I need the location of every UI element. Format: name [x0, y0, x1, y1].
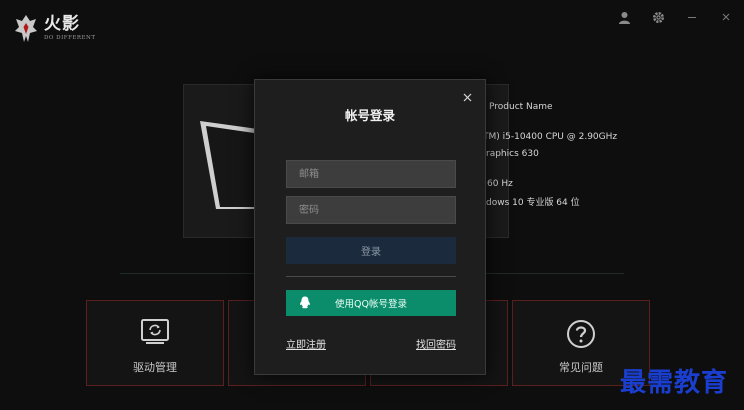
settings-button[interactable]: [646, 6, 670, 28]
gear-icon: [652, 11, 664, 23]
close-icon: [463, 93, 471, 101]
spec-os: dows 10 专业版 64 位: [486, 198, 580, 208]
user-icon: [618, 11, 630, 24]
forgot-password-link[interactable]: 找回密码: [416, 336, 456, 351]
spec-graphics: raphics 630: [486, 149, 539, 159]
login-dialog: 帐号登录 登录 使用QQ帐号登录 立即注册 找回密码: [254, 79, 486, 375]
app-window: 火影 DO DIFFERENT Product Name TM) i5-1040…: [0, 0, 744, 410]
window-controls: [612, 6, 738, 28]
product-name: Product Name: [489, 102, 553, 112]
spec-cpu: TM) i5-10400 CPU @ 2.90GHz: [483, 132, 618, 142]
dialog-close-button[interactable]: [459, 89, 475, 105]
brand-logo: 火影 DO DIFFERENT: [14, 14, 96, 44]
user-button[interactable]: [612, 6, 636, 28]
register-link[interactable]: 立即注册: [286, 336, 326, 351]
driver-icon: [141, 319, 169, 344]
brand-slogan: DO DIFFERENT: [44, 35, 96, 42]
feature-driver-management[interactable]: 驱动管理: [86, 300, 224, 386]
qq-login-button[interactable]: 使用QQ帐号登录: [286, 290, 456, 316]
password-field[interactable]: [286, 196, 456, 224]
spec-refresh-rate: 60 Hz: [487, 179, 513, 189]
watermark: 最需教育: [620, 368, 729, 398]
close-icon: [722, 13, 730, 21]
dialog-title: 帐号登录: [344, 108, 395, 123]
brand-name: 火影: [44, 14, 80, 35]
question-icon: [567, 320, 595, 348]
flame-logo-icon: [15, 15, 37, 42]
dialog-separator: [286, 276, 456, 277]
minimize-button[interactable]: [680, 6, 704, 28]
close-button[interactable]: [714, 6, 738, 28]
feature-label: 驱动管理: [133, 361, 177, 374]
login-button[interactable]: 登录: [286, 237, 456, 264]
minimize-icon: [688, 17, 696, 18]
qq-login-label: 使用QQ帐号登录: [335, 299, 407, 310]
email-field[interactable]: [286, 160, 456, 188]
